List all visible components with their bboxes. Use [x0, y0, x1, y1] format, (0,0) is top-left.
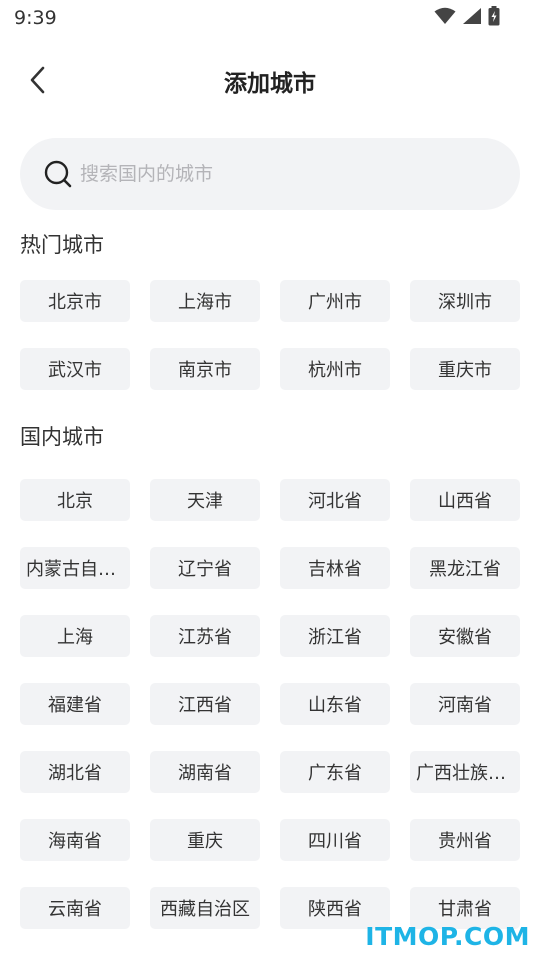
hot-city-chip[interactable]: 重庆市 — [410, 348, 520, 390]
hot-cities-title: 热门城市 — [20, 233, 104, 257]
domestic-city-chip[interactable]: 海南省 — [20, 819, 130, 861]
domestic-city-chip[interactable]: 安徽省 — [410, 615, 520, 657]
page-title: 添加城市 — [224, 71, 316, 97]
domestic-city-chip[interactable]: 内蒙古自治区 — [20, 547, 130, 589]
domestic-city-chip[interactable]: 福建省 — [20, 683, 130, 725]
domestic-cities-grid: 北京 天津 河北省 山西省内蒙古自治区 辽宁省 吉林省 黑龙江省上海 江苏省 浙江省 安徽省福建省… — [20, 479, 520, 929]
domestic-city-chip-label: 上海 — [57, 627, 93, 648]
domestic-city-chip-label: 黑龙江省 — [429, 559, 501, 580]
domestic-city-chip-label: 陕西省 — [308, 899, 362, 920]
domestic-city-chip[interactable]: 湖南省 — [150, 751, 260, 793]
domestic-city-chip[interactable]: 江西省 — [150, 683, 260, 725]
domestic-city-chip-label: 江西省 — [178, 695, 232, 716]
domestic-city-chip-label: 内蒙古自治区 — [26, 559, 124, 580]
hot-city-chip-label: 武汉市 — [48, 360, 102, 381]
hot-cities-grid: 北京市 上海市 广州市 深圳市武汉市 南京市 杭州市 重庆市 — [20, 280, 520, 390]
domestic-city-chip[interactable]: 贵州省 — [410, 819, 520, 861]
domestic-city-chip-label: 云南省 — [48, 899, 102, 920]
domestic-city-chip[interactable]: 广西壮族自治区 — [410, 751, 520, 793]
domestic-city-chip[interactable]: 浙江省 — [280, 615, 390, 657]
signal-icon — [463, 8, 481, 24]
domestic-city-chip[interactable]: 江苏省 — [150, 615, 260, 657]
domestic-city-chip-label: 江苏省 — [178, 627, 232, 648]
add-city-screen: 9:39 添加城市 搜索国内的城市 热门城市 北京市 上海市 广州市 深圳市 武… — [0, 0, 540, 960]
domestic-city-chip[interactable]: 广东省 — [280, 751, 390, 793]
hot-city-chip[interactable]: 南京市 — [150, 348, 260, 390]
hot-city-chip[interactable]: 深圳市 — [410, 280, 520, 322]
status-bar: 9:39 — [0, 0, 540, 36]
domestic-city-chip-label: 四川省 — [308, 831, 362, 852]
status-icons — [434, 6, 500, 26]
hot-city-chip-label: 深圳市 — [438, 292, 492, 313]
search-input[interactable] — [80, 163, 480, 185]
domestic-city-chip[interactable]: 吉林省 — [280, 547, 390, 589]
domestic-city-chip-label: 广西壮族自治区 — [416, 763, 514, 784]
hot-city-chip-label: 杭州市 — [308, 360, 362, 381]
wifi-icon — [434, 7, 456, 24]
domestic-city-chip-label: 北京 — [57, 491, 93, 512]
domestic-city-chip-label: 甘肃省 — [438, 899, 492, 920]
domestic-city-chip-label: 安徽省 — [438, 627, 492, 648]
domestic-city-chip[interactable]: 黑龙江省 — [410, 547, 520, 589]
hot-city-chip-label: 上海市 — [178, 292, 232, 313]
hot-city-chip-label: 北京市 — [48, 292, 102, 313]
status-time: 9:39 — [14, 7, 57, 29]
domestic-city-chip[interactable]: 河南省 — [410, 683, 520, 725]
domestic-city-chip-label: 河南省 — [438, 695, 492, 716]
domestic-city-chip-label: 天津 — [187, 491, 223, 512]
domestic-city-chip[interactable]: 湖北省 — [20, 751, 130, 793]
domestic-city-chip[interactable]: 上海 — [20, 615, 130, 657]
site-watermark: ITMOP.COM — [365, 922, 530, 951]
domestic-city-chip-label: 山东省 — [308, 695, 362, 716]
search-icon — [42, 158, 74, 190]
domestic-city-chip-label: 福建省 — [48, 695, 102, 716]
domestic-cities-title: 国内城市 — [20, 425, 104, 449]
domestic-city-chip-label: 山西省 — [438, 491, 492, 512]
hot-city-chip[interactable]: 武汉市 — [20, 348, 130, 390]
domestic-city-chip[interactable]: 天津 — [150, 479, 260, 521]
domestic-city-chip[interactable]: 北京 — [20, 479, 130, 521]
domestic-city-chip-label: 海南省 — [48, 831, 102, 852]
domestic-city-chip[interactable]: 山东省 — [280, 683, 390, 725]
hot-city-chip-label: 重庆市 — [438, 360, 492, 381]
domestic-city-chip[interactable]: 重庆 — [150, 819, 260, 861]
header: 添加城市 — [0, 52, 540, 108]
domestic-city-chip[interactable]: 山西省 — [410, 479, 520, 521]
battery-icon — [488, 6, 500, 26]
domestic-city-chip[interactable]: 西藏自治区 — [150, 887, 260, 929]
domestic-city-chip[interactable]: 四川省 — [280, 819, 390, 861]
domestic-city-chip-label: 西藏自治区 — [160, 899, 250, 920]
domestic-city-chip[interactable]: 河北省 — [280, 479, 390, 521]
domestic-city-chip[interactable]: 云南省 — [20, 887, 130, 929]
hot-city-chip[interactable]: 杭州市 — [280, 348, 390, 390]
domestic-city-chip-label: 河北省 — [308, 491, 362, 512]
domestic-city-chip[interactable]: 辽宁省 — [150, 547, 260, 589]
search-box[interactable] — [20, 138, 520, 210]
hot-city-chip[interactable]: 上海市 — [150, 280, 260, 322]
hot-city-chip-label: 广州市 — [308, 292, 362, 313]
domestic-city-chip-label: 浙江省 — [308, 627, 362, 648]
domestic-city-chip-label: 重庆 — [187, 831, 223, 852]
domestic-city-chip-label: 广东省 — [308, 763, 362, 784]
hot-city-chip[interactable]: 北京市 — [20, 280, 130, 322]
hot-city-chip-label: 南京市 — [178, 360, 232, 381]
hot-city-chip[interactable]: 广州市 — [280, 280, 390, 322]
domestic-city-chip-label: 贵州省 — [438, 831, 492, 852]
domestic-city-chip-label: 辽宁省 — [178, 559, 232, 580]
domestic-city-chip-label: 吉林省 — [308, 559, 362, 580]
domestic-city-chip-label: 湖北省 — [48, 763, 102, 784]
domestic-city-chip-label: 湖南省 — [178, 763, 232, 784]
